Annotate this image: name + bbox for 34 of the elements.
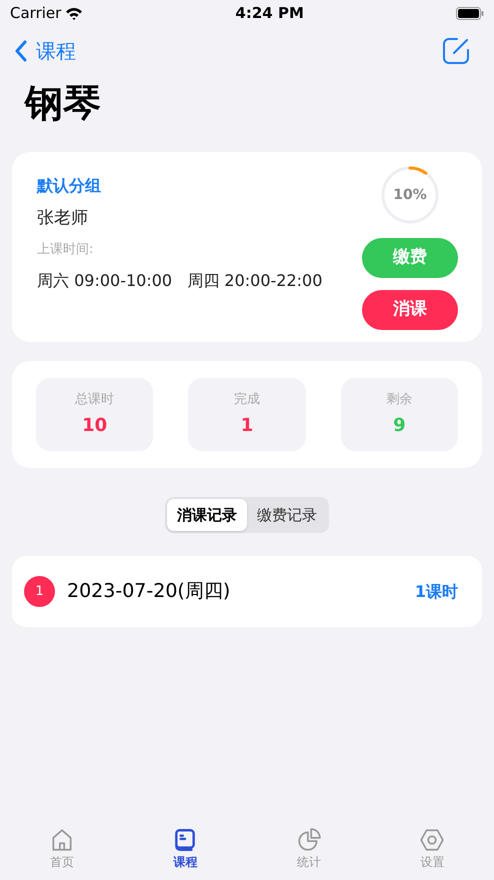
stat-value: 10 (82, 414, 108, 438)
stat-label: 总课时 (75, 391, 114, 410)
record-amount: 1课时 (414, 580, 458, 602)
page-title: 钢琴 (23, 80, 102, 127)
schedule-text: 周六 09:00-10:00 周四 20:00-22:00 (37, 270, 324, 292)
record-row[interactable]: 1 2023-07-20(周四) 1课时 (12, 556, 482, 627)
schedule-label: 上课时间: (37, 240, 94, 258)
carrier-label: Carrier (10, 2, 62, 24)
group-label: 默认分组 (37, 175, 102, 197)
segment-tab[interactable]: 消课记录 (167, 499, 247, 531)
stat-value: 9 (393, 414, 406, 438)
teacher-name: 张老师 (37, 207, 89, 230)
clock-time: 4:24 PM (235, 2, 304, 24)
stat-label: 剩余 (386, 391, 412, 410)
tab-bar-item[interactable]: 课程 (124, 822, 247, 876)
back-button[interactable]: 课程 (14, 36, 76, 66)
progress-ring (382, 166, 438, 224)
action-button[interactable]: 消课 (362, 290, 458, 330)
wifi-icon (65, 6, 84, 20)
pie-chart-icon (296, 827, 322, 853)
edit-icon[interactable] (442, 37, 470, 65)
progress-reading: 10% (393, 186, 427, 204)
chevron-left-icon (14, 40, 28, 62)
tab-bar-item[interactable]: 设置 (370, 822, 494, 876)
tab-bar-item[interactable]: 统计 (247, 822, 370, 876)
tab-bar-item[interactable]: 首页 (0, 822, 124, 876)
settings-icon (419, 827, 446, 853)
segment-tab[interactable]: 缴费记录 (247, 499, 327, 531)
stat-value: 1 (240, 414, 254, 438)
battery-icon (456, 6, 484, 20)
record-index-badge: 1 (24, 576, 55, 607)
stat-label: 完成 (234, 391, 260, 410)
action-button[interactable]: 缴费 (362, 238, 458, 278)
record-date: 2023-07-20(周四) (67, 579, 232, 604)
